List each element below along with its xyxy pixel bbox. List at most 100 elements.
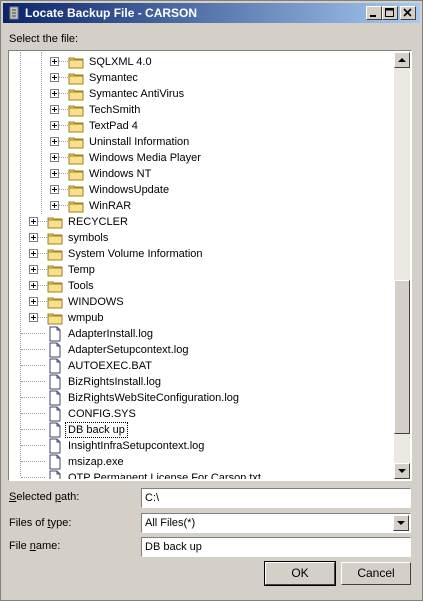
- tree-item-label: BizRightsInstall.log: [68, 376, 161, 388]
- cancel-button[interactable]: Cancel: [341, 562, 411, 585]
- expand-plus-icon[interactable]: [29, 297, 38, 306]
- tree-folder-item[interactable]: Windows Media Player: [50, 150, 354, 166]
- expand-plus-icon[interactable]: [29, 281, 38, 290]
- tree-folder-item[interactable]: RECYCLER: [29, 214, 333, 230]
- expand-plus-icon[interactable]: [50, 73, 59, 82]
- tree-file-item[interactable]: AdapterInstall.log: [21, 326, 333, 342]
- tree-item-label: AUTOEXEC.BAT: [68, 360, 152, 372]
- tree-connector: [21, 381, 45, 383]
- file-icon: [49, 374, 61, 390]
- scroll-down-button[interactable]: [394, 463, 410, 479]
- expand-plus-icon[interactable]: [29, 265, 38, 274]
- file-name-field[interactable]: [141, 537, 411, 557]
- expand-plus-icon[interactable]: [29, 313, 38, 322]
- tree-folder-item[interactable]: TechSmith: [50, 102, 354, 118]
- folder-icon: [47, 217, 63, 229]
- folder-icon: [47, 297, 63, 309]
- tree-folder-item[interactable]: Tools: [29, 278, 333, 294]
- file-icon: [49, 342, 61, 358]
- tree-file-item[interactable]: QTP Permanent License For Carson.txt: [21, 470, 333, 479]
- expand-plus-icon[interactable]: [50, 201, 59, 210]
- tree-item-label: Windows Media Player: [89, 152, 201, 164]
- tree-folder-item[interactable]: TextPad 4: [50, 118, 354, 134]
- folder-icon: [47, 249, 63, 261]
- file-icon: [49, 406, 61, 422]
- tree-item-label: SQLXML 4.0: [89, 56, 152, 68]
- tree-connector: [21, 429, 45, 431]
- tree-folder-item[interactable]: Symantec AntiVirus: [50, 86, 354, 102]
- tree-connector: [21, 365, 45, 367]
- selected-path-field[interactable]: [141, 488, 411, 508]
- tree-folder-item[interactable]: WINDOWS: [29, 294, 333, 310]
- tree-folder-item[interactable]: wmpub: [29, 310, 333, 326]
- vertical-scrollbar[interactable]: [394, 52, 410, 479]
- expand-plus-icon[interactable]: [50, 57, 59, 66]
- tree-item-label: Symantec: [89, 72, 138, 84]
- tree-item-label: WinRAR: [89, 200, 132, 212]
- folder-icon: [47, 265, 63, 277]
- expand-plus-icon[interactable]: [29, 233, 38, 242]
- tree-folder-item[interactable]: WindowsUpdate: [50, 182, 354, 198]
- tree-item-label: wmpub: [68, 312, 104, 324]
- maximize-button[interactable]: [382, 6, 398, 20]
- files-of-type-select[interactable]: All Files(*): [141, 513, 411, 533]
- close-button[interactable]: [400, 6, 416, 20]
- expand-plus-icon[interactable]: [29, 249, 38, 258]
- tree-folder-item[interactable]: Uninstall Information: [50, 134, 354, 150]
- tree-folder-item[interactable]: Symantec: [50, 70, 354, 86]
- file-name-input[interactable]: [145, 540, 407, 554]
- tree-item-label: DB back up: [65, 422, 128, 438]
- tree-file-item[interactable]: BizRightsWebSiteConfiguration.log: [21, 390, 333, 406]
- arrow-up-icon: [398, 58, 406, 62]
- folder-icon: [47, 313, 63, 325]
- expand-plus-icon[interactable]: [50, 137, 59, 146]
- expand-plus-icon[interactable]: [50, 89, 59, 98]
- expand-plus-icon[interactable]: [50, 153, 59, 162]
- files-of-type-dropdown-button[interactable]: [393, 515, 409, 531]
- tree-file-item[interactable]: AUTOEXEC.BAT: [21, 358, 333, 374]
- tree-file-item[interactable]: msizap.exe: [21, 454, 333, 470]
- tree-folder-item[interactable]: Windows NT: [50, 166, 354, 182]
- selected-path-input[interactable]: [145, 491, 407, 505]
- expand-plus-icon[interactable]: [50, 105, 59, 114]
- maximize-icon: [385, 8, 394, 17]
- ok-button[interactable]: OK: [264, 561, 336, 586]
- expand-plus-icon[interactable]: [50, 185, 59, 194]
- dialog-window: Locate Backup File - CARSON Select the f…: [0, 0, 423, 601]
- file-icon: [49, 470, 61, 479]
- tree-item-label: BizRightsWebSiteConfiguration.log: [68, 392, 239, 404]
- tree-file-item[interactable]: BizRightsInstall.log: [21, 374, 333, 390]
- expand-plus-icon[interactable]: [50, 121, 59, 130]
- tree-folder-item[interactable]: System Volume Information: [29, 246, 333, 262]
- tree-folder-item[interactable]: symbols: [29, 230, 333, 246]
- file-tree[interactable]: SQLXML 4.0 Symantec Symantec AntiVirus Tech…: [8, 50, 412, 481]
- tree-guide-line: [41, 52, 43, 214]
- title-bar[interactable]: Locate Backup File - CARSON: [3, 3, 420, 23]
- tree-file-item[interactable]: DB back up: [21, 422, 333, 438]
- tree-folder-item[interactable]: WinRAR: [50, 198, 354, 214]
- scroll-thumb[interactable]: [394, 280, 410, 434]
- tree-item-label: Tools: [68, 280, 94, 292]
- folder-icon: [68, 57, 84, 69]
- tree-file-item[interactable]: CONFIG.SYS: [21, 406, 333, 422]
- tree-connector: [21, 413, 45, 415]
- tree-connector: [21, 461, 45, 463]
- file-icon: [49, 438, 61, 454]
- tree-connector: [21, 477, 45, 479]
- folder-icon: [68, 153, 84, 165]
- tree-item-label: RECYCLER: [68, 216, 128, 228]
- folder-icon: [47, 233, 63, 245]
- expand-plus-icon[interactable]: [29, 217, 38, 226]
- minimize-button[interactable]: [366, 6, 382, 20]
- tree-item-label: Symantec AntiVirus: [89, 88, 185, 100]
- tree-folder-item[interactable]: Temp: [29, 262, 333, 278]
- tree-item-label: TechSmith: [89, 104, 141, 116]
- scroll-up-button[interactable]: [394, 52, 410, 68]
- expand-plus-icon[interactable]: [50, 169, 59, 178]
- tree-file-item[interactable]: InsightInfraSetupcontext.log: [21, 438, 333, 454]
- tree-item-label: Windows NT: [89, 168, 152, 180]
- app-icon: [9, 6, 19, 20]
- tree-folder-item[interactable]: SQLXML 4.0: [50, 54, 354, 70]
- files-of-type-value: All Files(*): [145, 517, 196, 529]
- tree-file-item[interactable]: AdapterSetupcontext.log: [21, 342, 333, 358]
